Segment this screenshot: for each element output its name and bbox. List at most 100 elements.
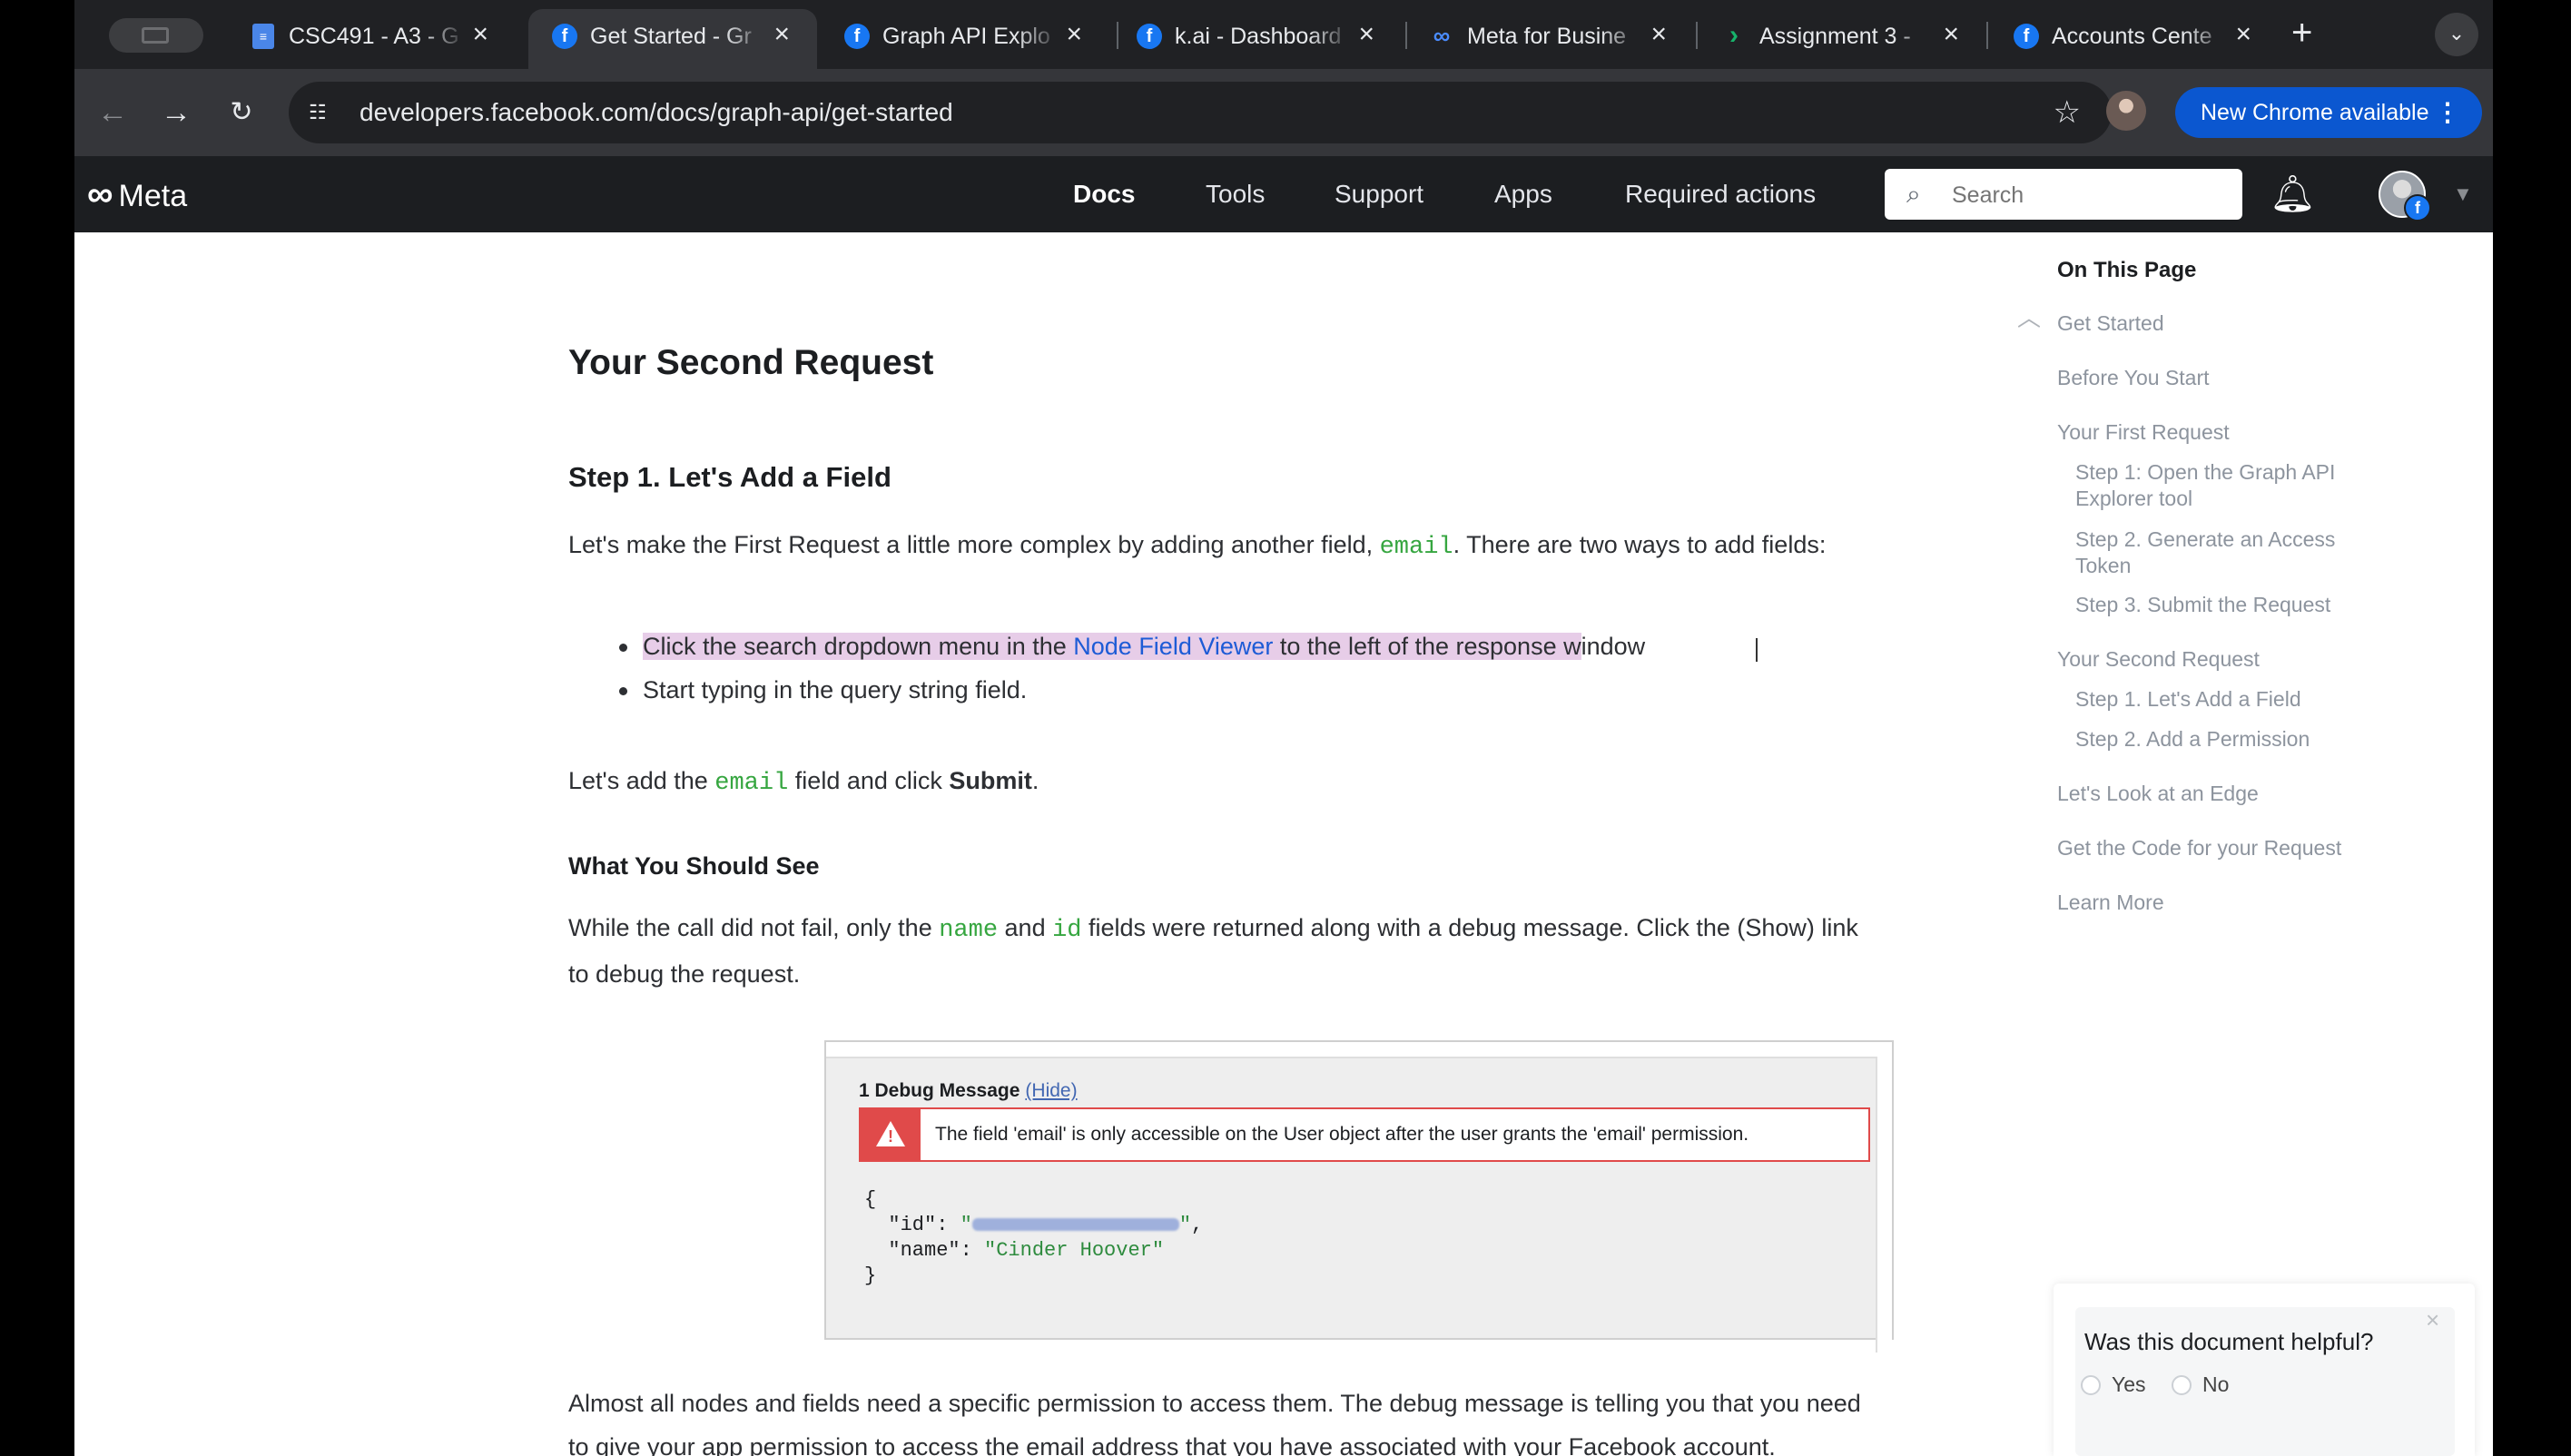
no-label: No: [2202, 1372, 2230, 1396]
close-icon[interactable]: ×: [1358, 20, 1374, 49]
tab-title: Accounts Cente: [2052, 24, 2212, 49]
close-icon[interactable]: ×: [1650, 20, 1667, 49]
toc-subitem[interactable]: Step 3. Submit the Request: [2075, 592, 2384, 618]
facebook-icon: f: [2014, 24, 2039, 49]
url-text[interactable]: developers.facebook.com/docs/graph-api/g…: [360, 96, 953, 129]
nav-support[interactable]: Support: [1335, 178, 1423, 211]
toc-item[interactable]: Get Started: [2057, 310, 2164, 337]
json-string: " ": [960, 1214, 1192, 1236]
address-bar[interactable]: ☷ developers.facebook.com/docs/graph-api…: [289, 82, 2112, 143]
toc-item[interactable]: Let's Look at an Edge: [2057, 781, 2259, 807]
debug-message-screenshot: 1 Debug Message (Hide) ! The field 'email…: [824, 1040, 1894, 1353]
subheading: What You Should See: [568, 852, 820, 880]
selected-text: Click the search dropdown menu in the No…: [643, 633, 1581, 660]
text: to give your app permission to access th…: [568, 1433, 1776, 1456]
site-search-box[interactable]: ⌕: [1885, 169, 2242, 220]
nav-apps[interactable]: Apps: [1494, 178, 1552, 211]
radio-button[interactable]: [2172, 1375, 2192, 1395]
feedback-no-option[interactable]: No: [2172, 1371, 2229, 1398]
tab-dashboard[interactable]: f k.ai - Dashboard ×: [1113, 9, 1402, 60]
search-input[interactable]: [1950, 178, 2226, 212]
what-you-see-paragraph: While the call did not fail, only the na…: [568, 906, 2057, 996]
json-line: {: [864, 1188, 877, 1211]
yes-label: Yes: [2112, 1372, 2146, 1396]
toc-item[interactable]: Get the Code for your Request: [2057, 835, 2341, 861]
tab-strip: ≡ CSC491 - A3 - G × f Get Started - Gr ×…: [74, 0, 2493, 69]
site-settings-icon[interactable]: ☷: [309, 100, 334, 125]
user-avatar[interactable]: f: [2379, 171, 2431, 221]
feedback-widget: × Was this document helpful? Yes No: [2054, 1284, 2475, 1456]
debug-title: 1 Debug Message (Hide): [859, 1080, 1078, 1102]
tab-meta-business[interactable]: ∞ Meta for Busine ×: [1405, 9, 1694, 60]
bullet-list: Click the search dropdown menu in the No…: [619, 625, 1645, 712]
back-icon[interactable]: ←: [91, 91, 134, 134]
feedback-yes-option[interactable]: Yes: [2081, 1371, 2146, 1398]
text: . There are two ways to add fields:: [1453, 531, 1827, 558]
text: 1 Debug Message: [859, 1080, 1020, 1101]
tab-group-button[interactable]: [109, 18, 203, 53]
section-heading: Your Second Request: [568, 343, 934, 382]
close-icon[interactable]: ×: [773, 20, 790, 49]
toc-subitem[interactable]: Step 2. Generate an Access Token: [2075, 526, 2384, 579]
reload-icon[interactable]: ↻: [220, 91, 263, 134]
text: fields were returned along with a debug …: [1081, 914, 1858, 941]
debug-alert: ! The field 'email' is only accessible o…: [859, 1107, 1870, 1162]
meta-icon: ∞: [1433, 22, 1451, 49]
collapse-chevron-icon[interactable]: ︿: [2017, 300, 2041, 333]
text: .: [1031, 767, 1039, 794]
tab-graph-api-explorer[interactable]: f Graph API Explo ×: [821, 9, 1109, 60]
json-key: "id":: [864, 1214, 960, 1236]
tab-accounts-center[interactable]: f Accounts Cente ×: [1990, 9, 2279, 60]
screenshot-frame: [826, 1042, 1892, 1058]
browser-toolbar: ← → ↻ ☷ developers.facebook.com/docs/gra…: [74, 69, 2493, 156]
tab-title: Get Started - Gr: [590, 24, 752, 49]
close-icon[interactable]: ×: [1943, 20, 1959, 49]
tab-get-started[interactable]: f Get Started - Gr ×: [528, 9, 817, 69]
add-email-paragraph: Let's add the email field and click Subm…: [568, 759, 2057, 805]
account-dropdown-icon[interactable]: ▼: [2453, 180, 2473, 209]
notifications-bell-icon[interactable]: 🔔︎: [2270, 172, 2316, 216]
new-chrome-available-button[interactable]: New Chrome available ⋮: [2175, 87, 2482, 138]
tab-title: Meta for Busine: [1467, 24, 1627, 49]
toc-item[interactable]: Before You Start: [2057, 365, 2210, 391]
meta-logo[interactable]: ∞ Meta: [87, 172, 187, 218]
warning-icon: !: [861, 1109, 921, 1160]
more-menu-icon[interactable]: ⋮: [2435, 87, 2460, 138]
meta-infinity-icon: ∞: [87, 174, 113, 214]
list-item: Click the search dropdown menu in the No…: [619, 625, 1645, 668]
text: Let's make the First Request a little mo…: [568, 531, 1380, 558]
text: to debug the request.: [568, 960, 801, 988]
inline-code: id: [1052, 917, 1082, 944]
new-tab-icon[interactable]: +: [2291, 13, 2312, 53]
toc-item[interactable]: Your First Request: [2057, 419, 2230, 446]
toc-subitem[interactable]: Step 1. Let's Add a Field: [2075, 686, 2384, 713]
close-icon[interactable]: ×: [2235, 20, 2251, 49]
text: Let's add the: [568, 767, 715, 794]
radio-button[interactable]: [2081, 1375, 2101, 1395]
tab-assignment-3[interactable]: › Assignment 3 - ×: [1698, 9, 1986, 60]
facebook-icon: f: [844, 24, 870, 49]
close-icon[interactable]: ×: [2426, 1307, 2439, 1333]
tab-search-chevron-icon[interactable]: ⌄: [2435, 13, 2478, 56]
tab-csc491[interactable]: ≡ CSC491 - A3 - G ×: [227, 9, 516, 60]
text: field and click: [788, 767, 950, 794]
toc-item[interactable]: Your Second Request: [2057, 646, 2260, 673]
bookmark-star-icon[interactable]: ☆: [2054, 94, 2081, 131]
json-string: "Cinder Hoover": [984, 1239, 1165, 1262]
hide-link: (Hide): [1025, 1080, 1078, 1101]
nav-required-actions[interactable]: Required actions: [1625, 178, 1816, 211]
i-beam-cursor: [1756, 638, 1758, 662]
nav-docs[interactable]: Docs: [1073, 178, 1135, 211]
toc-item[interactable]: Learn More: [2057, 890, 2164, 916]
browser-profile-avatar[interactable]: [2106, 91, 2146, 131]
toc-subitem[interactable]: Step 2. Add a Permission: [2075, 726, 2384, 753]
nav-tools[interactable]: Tools: [1206, 178, 1265, 211]
json-response: { "id": " ", "name": "Cinder Hoover" }: [864, 1188, 1204, 1287]
text: and: [998, 914, 1053, 941]
json-key: "name":: [864, 1239, 985, 1262]
toc-subitem[interactable]: Step 1: Open the Graph API Explorer tool: [2075, 459, 2384, 512]
node-field-viewer-link[interactable]: Node Field Viewer: [1073, 633, 1273, 660]
close-icon[interactable]: ×: [472, 20, 488, 49]
close-icon[interactable]: ×: [1066, 20, 1082, 49]
forward-icon[interactable]: →: [154, 91, 198, 134]
